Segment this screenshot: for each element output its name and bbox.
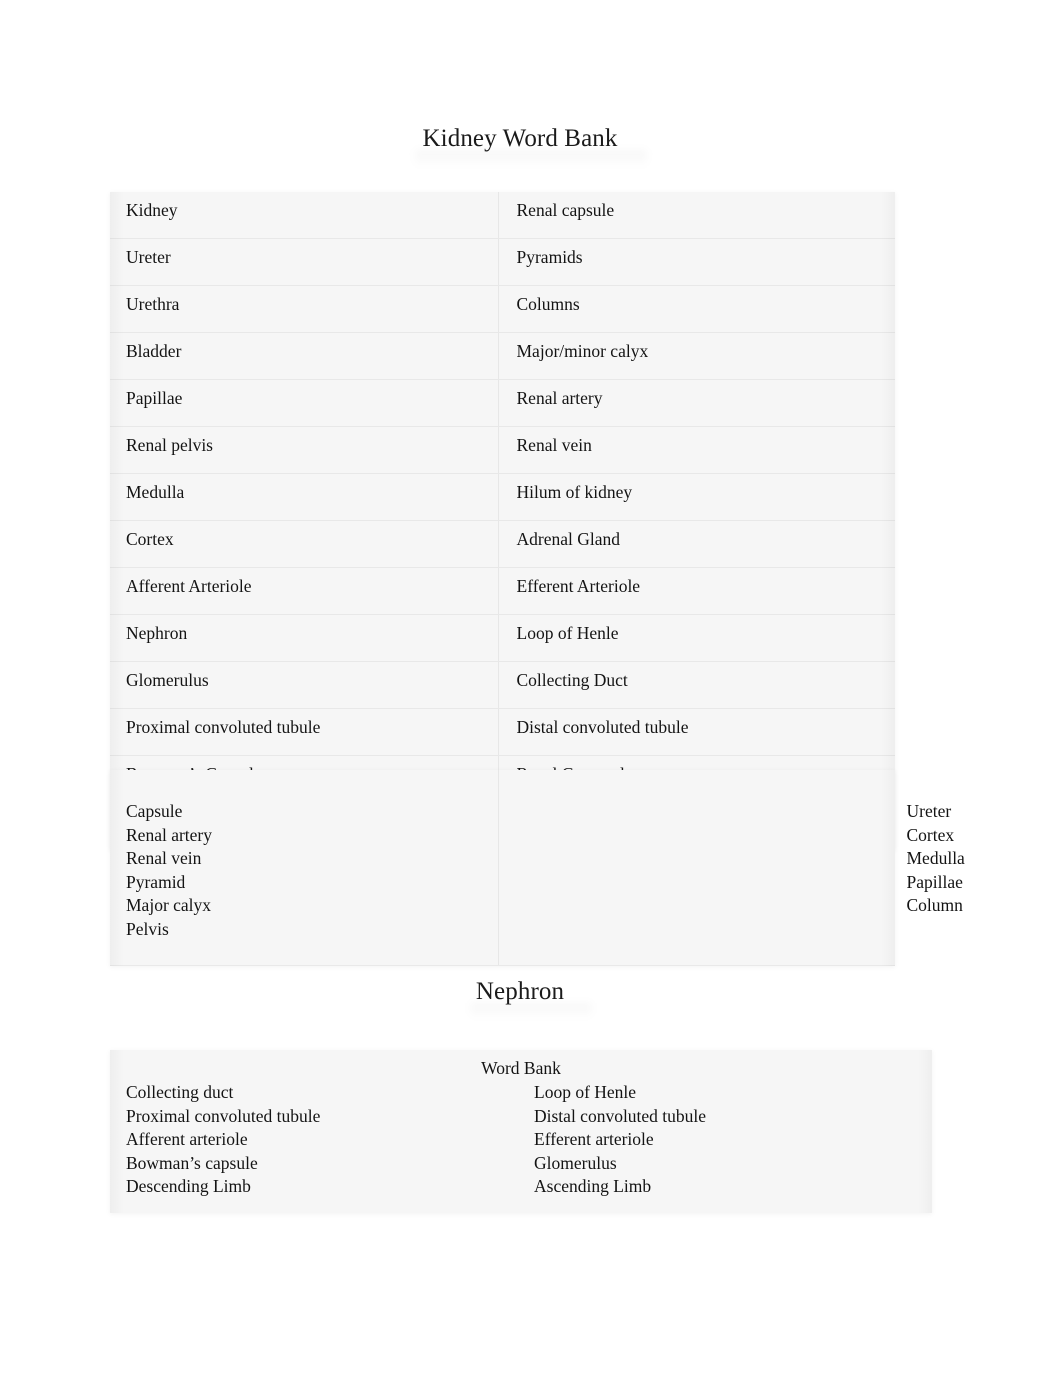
word-cell: Hilum of kidney — [497, 473, 895, 521]
document-page: Kidney Word Bank Kidney Renal capsule Ur… — [0, 0, 1062, 1377]
table-row: Kidney Renal capsule — [110, 192, 895, 239]
nephron-word-bank-left-column: Collecting duct Proximal convoluted tubu… — [110, 1081, 518, 1199]
kidney-word-bank-table: Kidney Renal capsule Ureter Pyramids Ure… — [110, 192, 895, 850]
word-cell: Renal capsule — [497, 192, 895, 239]
list-item: Pyramid — [126, 871, 186, 892]
word-cell: Major/minor calyx — [497, 332, 895, 380]
list-item: Efferent arteriole — [534, 1129, 654, 1149]
list-item: Distal convoluted tubule — [534, 1105, 707, 1126]
word-cell: Afferent Arteriole — [110, 567, 498, 615]
word-cell: Kidney — [110, 192, 498, 239]
table-row: Glomerulus Collecting Duct — [110, 661, 895, 709]
table-row: Ureter Pyramids — [110, 238, 895, 286]
nephron-word-bank-body: Word Bank Collecting duct Proximal convo… — [110, 1050, 932, 1213]
word-cell: Adrenal Gland — [497, 520, 895, 568]
table-row: Nephron Loop of Henle — [110, 614, 895, 662]
word-cell: Proximal convoluted tubule — [110, 708, 498, 756]
word-cell: Loop of Henle — [497, 614, 895, 662]
kidney-labels-table: Capsule Renal artery Renal vein Pyramid … — [110, 770, 965, 966]
nephron-left-list: Collecting duct Proximal convoluted tubu… — [126, 1081, 518, 1199]
list-item: Major calyx — [126, 895, 212, 915]
list-item: Afferent arteriole — [126, 1129, 248, 1149]
word-cell: Glomerulus — [110, 661, 498, 709]
word-cell: Collecting Duct — [497, 661, 895, 709]
word-cell: Efferent Arteriole — [497, 567, 895, 615]
list-item: Ascending Limb — [534, 1176, 652, 1196]
table-row: Papillae Renal artery — [110, 379, 895, 427]
nephron-word-bank-cell: Word Bank Collecting duct Proximal convo… — [110, 1050, 932, 1213]
table-row: Bladder Major/minor calyx — [110, 332, 895, 380]
table-row: Cortex Adrenal Gland — [110, 520, 895, 568]
word-cell: Urethra — [110, 285, 498, 333]
list-item: Proximal convoluted tubule — [126, 1105, 321, 1126]
kidney-labels-left-cell: Capsule Renal artery Renal vein Pyramid … — [110, 770, 498, 966]
list-item: Collecting duct — [126, 1082, 234, 1102]
list-item: Descending Limb — [126, 1176, 251, 1196]
page-title: Kidney Word Bank — [422, 125, 618, 152]
word-cell: Renal artery — [497, 379, 895, 427]
word-cell: Pyramids — [497, 238, 895, 286]
word-cell: Ureter — [110, 238, 498, 286]
kidney-word-bank-body: Kidney Renal capsule Ureter Pyramids Ure… — [110, 192, 895, 850]
list-item: Loop of Henle — [534, 1082, 637, 1102]
word-cell: Papillae — [110, 379, 498, 427]
word-cell: Distal convoluted tubule — [497, 708, 895, 756]
kidney-labels-left-list: Capsule Renal artery Renal vein Pyramid … — [126, 800, 498, 941]
list-item: Capsule — [126, 801, 183, 821]
word-cell: Renal vein — [497, 426, 895, 474]
word-cell: Medulla — [110, 473, 498, 521]
nephron-right-list: Loop of Henle Distal convoluted tubule E… — [534, 1081, 932, 1199]
word-cell: Cortex — [110, 520, 498, 568]
table-row: Medulla Hilum of kidney — [110, 473, 895, 521]
nephron-word-bank-right-column: Loop of Henle Distal convoluted tubule E… — [518, 1081, 932, 1199]
nephron-word-bank-columns: Collecting duct Proximal convoluted tubu… — [110, 1081, 932, 1213]
kidney-labels-right-cell: Ureter Cortex Medulla Papillae Column — [497, 770, 965, 966]
list-item: Renal vein — [126, 848, 202, 868]
table-row: Word Bank Collecting duct Proximal convo… — [110, 1050, 932, 1213]
nephron-word-bank-table: Word Bank Collecting duct Proximal convo… — [110, 1050, 932, 1213]
table-row: Renal pelvis Renal vein — [110, 426, 895, 474]
word-cell: Bladder — [110, 332, 498, 380]
word-cell: Columns — [497, 285, 895, 333]
list-item: Bowman’s capsule — [126, 1152, 258, 1173]
table-row: Proximal convoluted tubule Distal convol… — [110, 708, 895, 756]
list-item: Pelvis — [126, 918, 169, 939]
table-row: Afferent Arteriole Efferent Arteriole — [110, 567, 895, 615]
kidney-labels-body: Capsule Renal artery Renal vein Pyramid … — [110, 770, 965, 966]
table-row: Urethra Columns — [110, 285, 895, 333]
table-row: Capsule Renal artery Renal vein Pyramid … — [110, 770, 965, 966]
word-bank-heading: Word Bank — [481, 1058, 561, 1078]
list-item: Renal artery — [126, 824, 212, 845]
word-cell: Renal pelvis — [110, 426, 498, 474]
section-title-nephron: Nephron — [475, 978, 565, 1005]
list-item: Glomerulus — [534, 1152, 617, 1173]
word-cell: Nephron — [110, 614, 498, 662]
